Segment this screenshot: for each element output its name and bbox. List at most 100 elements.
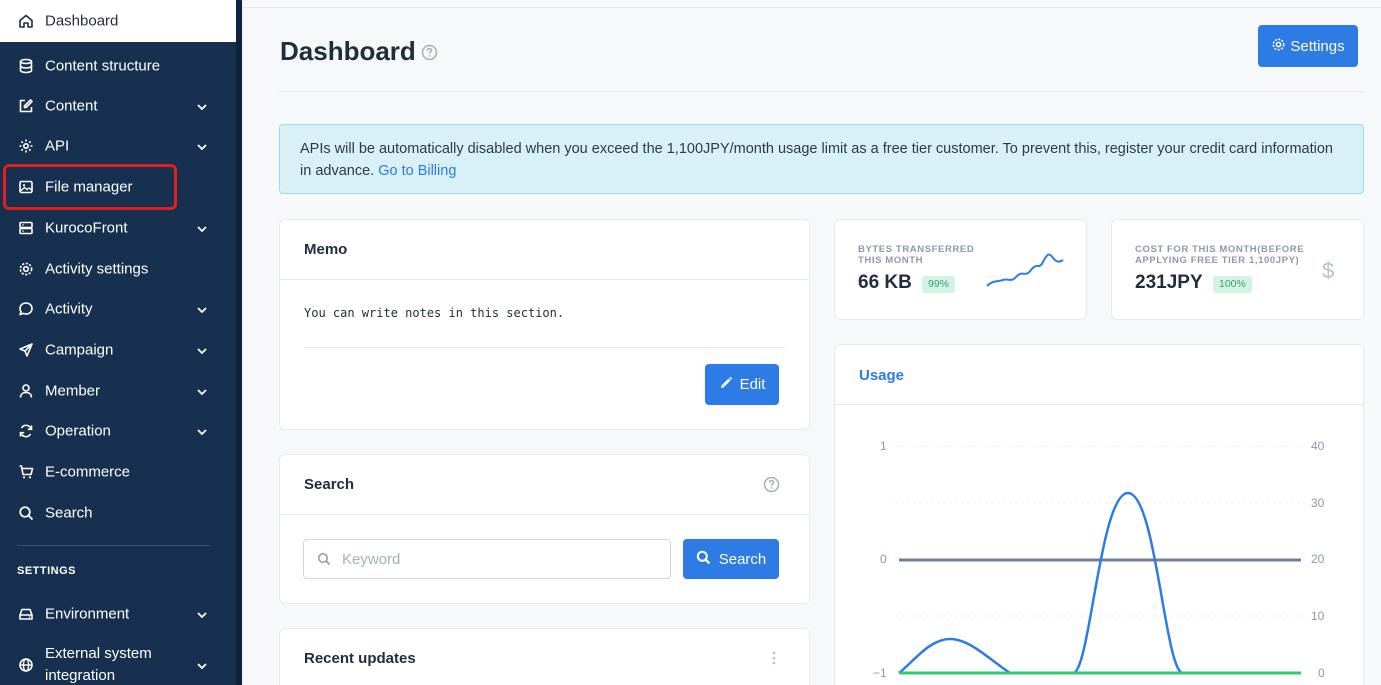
search-button-label: Search xyxy=(718,550,767,568)
sidebar-item-label: E-commerce xyxy=(45,463,131,481)
edit-button[interactable]: Edit xyxy=(705,364,779,405)
user-icon xyxy=(17,382,35,400)
chevron-down-icon xyxy=(196,140,208,152)
sidebar-item-operation[interactable]: Operation xyxy=(0,411,236,451)
sidebar-item-content[interactable]: Content xyxy=(0,86,236,126)
sidebar-section-heading: SETTINGS xyxy=(17,565,77,577)
drive-icon xyxy=(17,605,35,623)
sidebar-item-label: Operation xyxy=(45,422,111,440)
main-content: Dashboard Settings APIs will be automati… xyxy=(242,0,1381,685)
bytes-transferred-value: 66 KB xyxy=(858,272,912,293)
billing-link[interactable]: Go to Billing xyxy=(378,163,456,179)
bytes-transferred-label: BYTES TRANSFERRED THIS MONTH xyxy=(858,244,975,266)
help-icon[interactable] xyxy=(763,476,780,498)
code-icon xyxy=(17,137,35,155)
sidebar-item-member[interactable]: Member xyxy=(0,371,236,411)
sidebar-item-dashboard[interactable]: Dashboard xyxy=(0,0,236,42)
sidebar-item-activity-settings[interactable]: Activity settings xyxy=(0,249,236,289)
search-icon xyxy=(317,552,331,566)
sidebar-item-label: Search xyxy=(45,504,93,522)
chevron-down-icon xyxy=(196,303,208,315)
file-manager-highlight xyxy=(3,164,177,210)
search-icon xyxy=(696,550,711,569)
sidebar-item-label: Content xyxy=(45,97,98,115)
dollar-icon: $ xyxy=(1322,258,1335,283)
settings-button[interactable]: Settings xyxy=(1258,25,1358,67)
memo-footer-divider xyxy=(304,347,785,348)
monthly-cost-badge: 100% xyxy=(1213,276,1252,293)
y-right-tick: 20 xyxy=(1311,552,1325,566)
chevron-down-icon xyxy=(196,100,208,112)
y-left-tick: −1 xyxy=(873,666,887,680)
search-card: Search Search xyxy=(279,454,810,604)
sidebar-item-label: Activity xyxy=(45,300,93,318)
sidebar-item-label: Campaign xyxy=(45,341,114,359)
memo-text: You can write notes in this section. xyxy=(304,306,565,320)
recent-updates-card: Recent updates xyxy=(279,628,810,685)
memo-divider xyxy=(280,279,809,280)
memo-card: Memo You can write notes in this section… xyxy=(279,219,810,430)
monthly-cost-label: COST FOR THIS MONTH(BEFORE APPLYING FREE… xyxy=(1135,244,1305,266)
y-left-tick: 1 xyxy=(880,439,887,453)
title-divider xyxy=(279,91,1364,92)
gear-icon xyxy=(1271,37,1286,56)
home-icon xyxy=(17,12,35,30)
monthly-cost-card: COST FOR THIS MONTH(BEFORE APPLYING FREE… xyxy=(1111,219,1364,320)
chevron-down-icon xyxy=(196,608,208,620)
page-title: Dashboard xyxy=(280,36,416,66)
help-icon[interactable] xyxy=(421,44,438,61)
chevron-down-icon xyxy=(196,425,208,437)
more-menu-icon[interactable] xyxy=(772,651,776,670)
sidebar-item-search[interactable]: Search xyxy=(0,493,236,533)
sidebar-item-external-system-integration[interactable]: External system integration xyxy=(0,643,236,685)
search-divider xyxy=(280,514,809,515)
monthly-cost-value: 231JPY xyxy=(1135,272,1203,293)
sidebar-item-environment[interactable]: Environment xyxy=(0,594,236,634)
usage-divider xyxy=(835,404,1363,405)
gear-icon xyxy=(17,260,35,278)
top-divider xyxy=(242,7,1381,8)
send-icon xyxy=(17,341,35,359)
usage-title: Usage xyxy=(859,367,905,384)
bytes-sparkline xyxy=(986,253,1064,287)
sidebar-item-label: Environment xyxy=(45,605,130,623)
sidebar-item-label: API xyxy=(45,137,70,155)
sidebar-item-kurocofront[interactable]: KurocoFront xyxy=(0,208,236,248)
series-blue-line xyxy=(898,491,1301,675)
usage-limit-alert: APIs will be automatically disabled when… xyxy=(279,124,1364,194)
sidebar-item-label: Member xyxy=(45,382,101,400)
database-icon xyxy=(17,57,35,75)
settings-button-label: Settings xyxy=(1290,37,1345,55)
usage-card: Usage 1 0 −1 40 30 20 10 0 xyxy=(834,344,1364,685)
sidebar-divider xyxy=(17,545,210,546)
sidebar-item-e-commerce[interactable]: E-commerce xyxy=(0,452,236,492)
y-right-tick: 40 xyxy=(1311,439,1325,453)
search-button[interactable]: Search xyxy=(683,539,779,579)
bytes-transferred-card: BYTES TRANSFERRED THIS MONTH 66 KB 99% xyxy=(834,219,1087,320)
chevron-down-icon xyxy=(196,222,208,234)
sidebar-item-activity[interactable]: Activity xyxy=(0,289,236,329)
keyword-input[interactable] xyxy=(342,540,662,578)
pencil-icon xyxy=(719,376,733,394)
chevron-down-icon xyxy=(196,385,208,397)
globe-icon xyxy=(17,656,35,674)
sidebar-item-label: Content structure xyxy=(45,57,161,75)
memo-title: Memo xyxy=(304,241,348,258)
sidebar-item-label: External system integration xyxy=(45,645,152,684)
bytes-transferred-badge: 99% xyxy=(922,276,956,293)
y-left-tick: 0 xyxy=(880,552,887,566)
search-icon xyxy=(17,504,35,522)
keyword-search-field xyxy=(303,539,671,579)
sidebar-item-api[interactable]: API xyxy=(0,126,236,166)
sidebar-item-label: Activity settings xyxy=(45,260,149,278)
edit-button-label: Edit xyxy=(739,376,766,393)
sidebar: Dashboard Content structure Content API … xyxy=(0,0,236,685)
search-title: Search xyxy=(304,476,355,493)
edit-icon xyxy=(17,97,35,115)
sidebar-item-campaign[interactable]: Campaign xyxy=(0,330,236,370)
sidebar-item-content-structure[interactable]: Content structure xyxy=(0,46,236,86)
chevron-down-icon xyxy=(196,344,208,356)
sidebar-item-label: KurocoFront xyxy=(45,219,128,237)
usage-chart xyxy=(895,445,1305,675)
y-right-tick: 0 xyxy=(1318,666,1325,680)
